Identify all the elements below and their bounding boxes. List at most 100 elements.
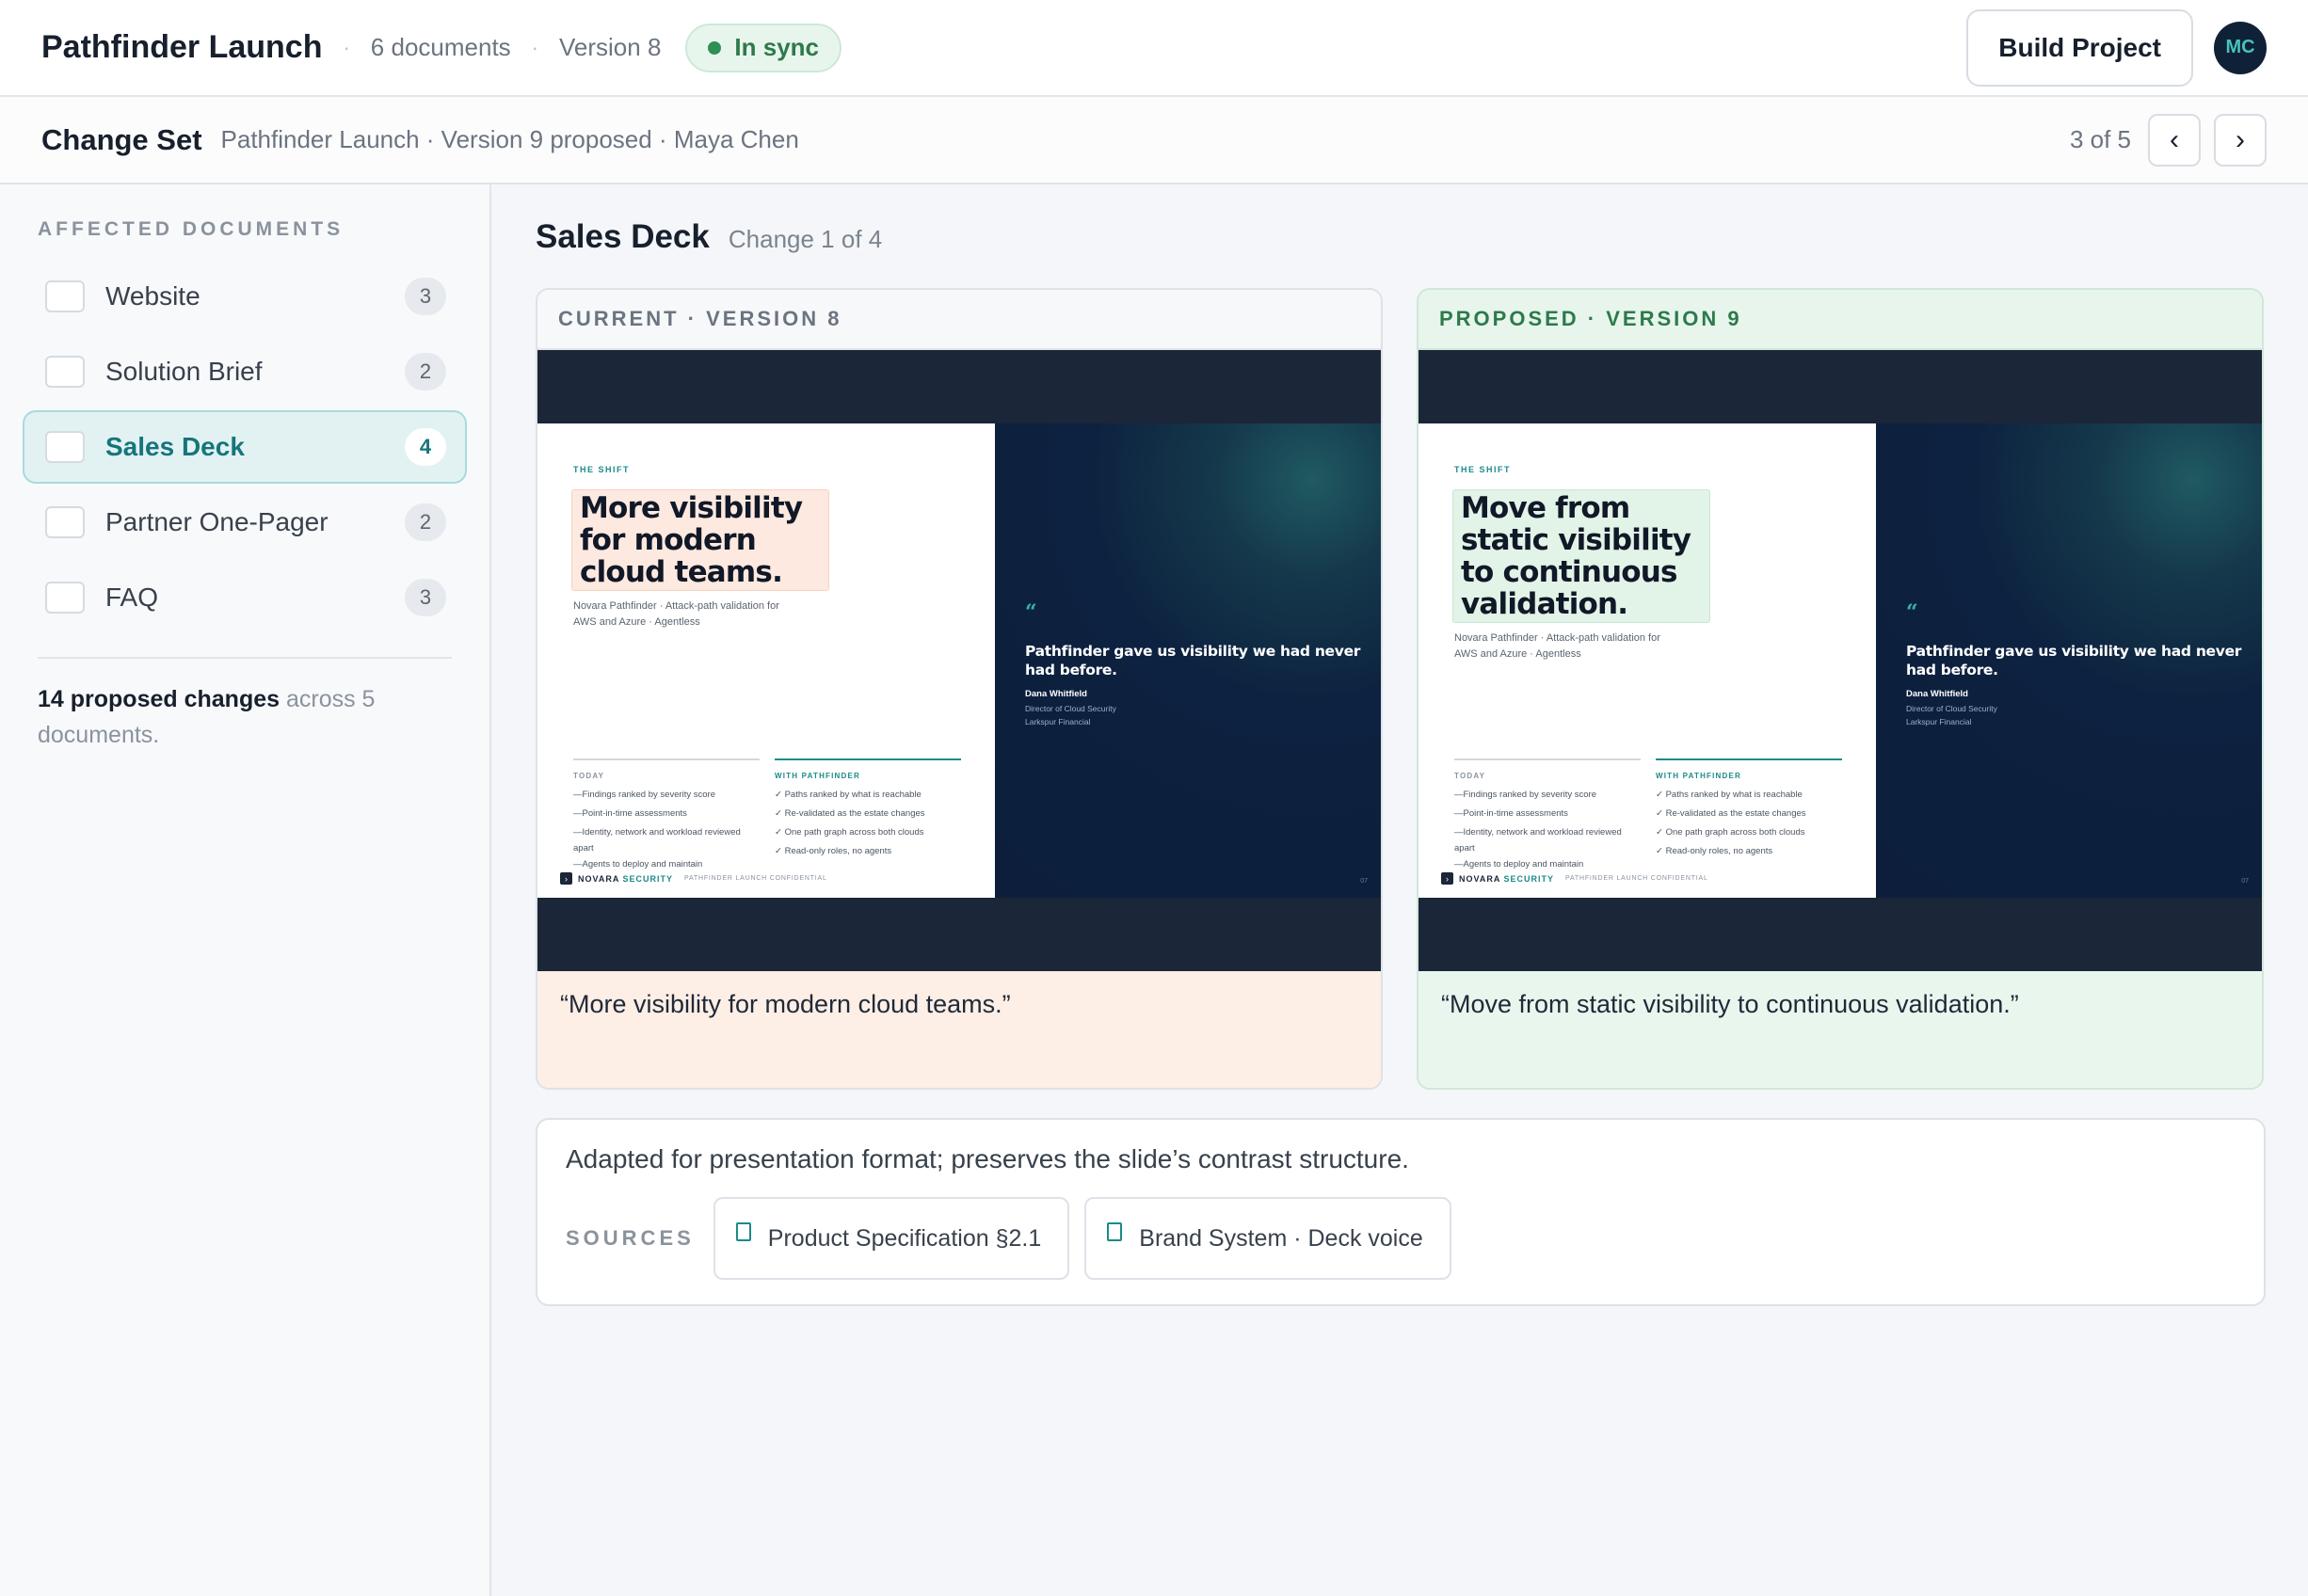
column-rule	[1656, 758, 1842, 760]
separator-dot: ·	[531, 35, 538, 59]
slide-page-number: 07	[2241, 878, 2249, 885]
change-set-bar: Change Set Pathfinder Launch · Version 9…	[0, 97, 2308, 184]
testimonial-title: Director of Cloud Security	[1906, 704, 1997, 713]
sidebar-item-label: Partner One-Pager	[105, 507, 329, 536]
list-item: —Findings ranked by severity score	[573, 790, 716, 800]
list-item: —Identity, network and workload reviewed	[1454, 827, 1622, 838]
testimonial-quote: Pathfinder gave us visibility we had nev…	[1906, 643, 2242, 678]
slide-footer: › NOVARA SECURITY PATHFINDER LAUNCH CONF…	[1441, 872, 1708, 885]
testimonial-quote: Pathfinder gave us visibility we had nev…	[1025, 643, 1361, 678]
sidebar-item-label: Sales Deck	[105, 432, 245, 461]
previous-change-button[interactable]: ‹	[2148, 113, 2201, 167]
list-item: ✓ Read-only roles, no agents	[775, 846, 892, 856]
affected-documents-sidebar: AFFECTED DOCUMENTS Website 3 Solution Br…	[0, 184, 491, 1596]
sidebar-item-solution-brief[interactable]: Solution Brief 2	[23, 335, 467, 408]
slide-eyebrow: THE SHIFT	[573, 465, 630, 474]
document-checkbox[interactable]	[45, 356, 85, 388]
list-item: ✓ Re-validated as the estate changes	[1656, 808, 1806, 819]
brand-logo-icon: ›	[1441, 872, 1453, 885]
sidebar-item-faq[interactable]: FAQ 3	[23, 561, 467, 634]
list-item: ✓ Re-validated as the estate changes	[775, 808, 925, 819]
quote-mark-icon: “	[1025, 600, 1037, 625]
next-change-button[interactable]: ›	[2214, 113, 2267, 167]
change-count-badge: 2	[405, 503, 446, 541]
brand-name-b: SECURITY	[1500, 873, 1555, 884]
change-count-badge: 4	[405, 428, 446, 466]
sidebar-item-label: FAQ	[105, 583, 159, 612]
project-title: Pathfinder Launch	[41, 29, 323, 65]
sources-label: SOURCES	[566, 1226, 695, 1250]
today-column-list: —Findings ranked by severity score —Poin…	[573, 786, 741, 874]
proposed-version-panel: PROPOSED · VERSION 9 THE SHIFT Move from…	[1417, 288, 2264, 1090]
slide-page-number: 07	[1360, 878, 1368, 885]
sidebar-item-sales-deck[interactable]: Sales Deck 4	[23, 410, 467, 484]
with-pathfinder-column-list: ✓ Paths ranked by what is reachable ✓ Re…	[1656, 786, 1806, 861]
sidebar-divider	[38, 657, 452, 659]
document-count: 6 documents	[370, 33, 511, 61]
document-checkbox[interactable]	[45, 582, 85, 614]
slide-headline: More visibility for modern cloud teams.	[580, 491, 803, 589]
sync-status-badge: In sync	[685, 23, 841, 72]
testimonial-name: Dana Whitfield	[1025, 689, 1087, 699]
chevron-right-icon: ›	[2236, 123, 2245, 155]
document-checkbox[interactable]	[45, 431, 85, 463]
sidebar-item-label: Solution Brief	[105, 357, 263, 386]
source-chip[interactable]: Product Specification §2.1	[713, 1197, 1070, 1280]
footer-meta: PATHFINDER LAUNCH CONFIDENTIAL	[1565, 875, 1708, 882]
sidebar-item-website[interactable]: Website 3	[23, 260, 467, 333]
changes-summary-count: 14 proposed changes	[38, 686, 280, 712]
brand-logo-icon: ›	[560, 872, 572, 885]
sync-status-label: In sync	[734, 33, 819, 61]
testimonial-title: Director of Cloud Security	[1025, 704, 1116, 713]
change-set-position: 3 of 5	[2069, 125, 2131, 153]
with-pathfinder-column-heading: WITH PATHFINDER	[1656, 772, 1742, 780]
document-checkbox[interactable]	[45, 506, 85, 538]
change-count-badge: 3	[405, 278, 446, 315]
source-chip-label: Product Specification §2.1	[767, 1224, 1042, 1252]
sidebar-item-label: Website	[105, 281, 200, 311]
list-item: ✓ Paths ranked by what is reachable	[1656, 790, 1803, 800]
footer-meta: PATHFINDER LAUNCH CONFIDENTIAL	[684, 875, 827, 882]
sidebar-item-partner-one-pager[interactable]: Partner One-Pager 2	[23, 486, 467, 559]
brand-name-b: SECURITY	[619, 873, 674, 884]
list-item: ✓ Read-only roles, no agents	[1656, 846, 1773, 856]
column-rule	[775, 758, 961, 760]
change-position: Change 1 of 4	[728, 225, 883, 253]
version-label: Version 8	[559, 33, 662, 61]
document-icon	[735, 1222, 751, 1241]
slide-headline: Move from static visibility to continuou…	[1461, 491, 1691, 621]
build-project-button[interactable]: Build Project	[1966, 8, 2193, 87]
source-chip[interactable]: Brand System · Deck voice	[1084, 1197, 1451, 1280]
change-rationale-card: Adapted for presentation format; preserv…	[536, 1118, 2266, 1306]
slide-eyebrow: THE SHIFT	[1454, 465, 1511, 474]
brand-name-a: NOVARA	[578, 873, 619, 884]
change-caption: “More visibility for modern cloud teams.…	[537, 971, 1381, 1088]
list-item: apart	[573, 843, 594, 854]
list-item: ✓ One path graph across both clouds	[1656, 827, 1805, 838]
panel-header: PROPOSED · VERSION 9	[1418, 290, 2262, 350]
list-item: apart	[1454, 843, 1475, 854]
list-item: —Agents to deploy and maintain	[573, 859, 703, 870]
list-item: ✓ Paths ranked by what is reachable	[775, 790, 922, 800]
testimonial-company: Larkspur Financial	[1025, 717, 1091, 726]
slide-tagline: Novara Pathfinder · Attack-path validati…	[573, 600, 779, 628]
slide-tagline: Novara Pathfinder · Attack-path validati…	[1454, 632, 1660, 660]
document-title: Sales Deck	[536, 218, 710, 255]
with-pathfinder-column-list: ✓ Paths ranked by what is reachable ✓ Re…	[775, 786, 925, 861]
sidebar-heading: AFFECTED DOCUMENTS	[38, 218, 345, 240]
source-chip-label: Brand System · Deck voice	[1139, 1224, 1423, 1252]
changed-headline-highlight: Move from static visibility to continuou…	[1452, 489, 1710, 623]
change-count-badge: 2	[405, 353, 446, 391]
testimonial-company: Larkspur Financial	[1906, 717, 1972, 726]
separator-dot: ·	[343, 35, 350, 59]
sources-row: SOURCES Product Specification §2.1 Brand…	[566, 1197, 2236, 1280]
list-item: —Point-in-time assessments	[1454, 808, 1568, 819]
change-set-subtitle: Pathfinder Launch · Version 9 proposed ·…	[220, 125, 799, 153]
today-column-list: —Findings ranked by severity score —Poin…	[1454, 786, 1622, 874]
sync-status-dot-icon	[708, 40, 722, 55]
testimonial-role: Director of Cloud Security Larkspur Fina…	[1025, 702, 1116, 728]
document-checkbox[interactable]	[45, 280, 85, 312]
slide-preview: THE SHIFT Move from static visibility to…	[1418, 350, 2262, 971]
today-column-heading: TODAY	[1454, 772, 1486, 780]
user-avatar[interactable]: MC	[2214, 21, 2267, 74]
